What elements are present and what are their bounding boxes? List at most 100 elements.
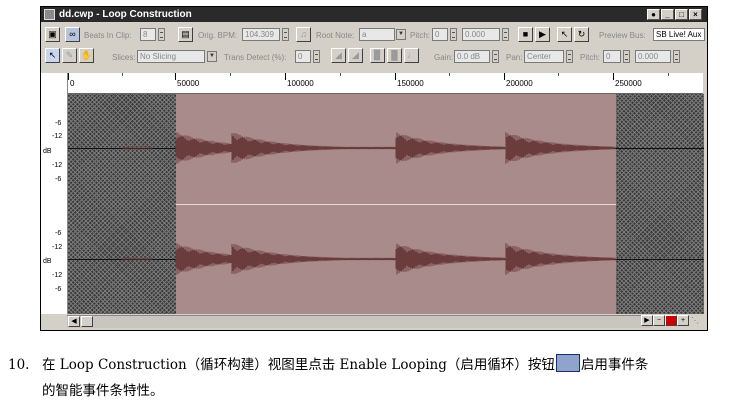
pitch-spinner[interactable] xyxy=(450,28,457,41)
maximize-button[interactable]: □ xyxy=(675,9,688,20)
preview-cursor-icon[interactable]: ↖ xyxy=(557,27,572,42)
ruler-tick xyxy=(285,73,286,80)
pitch-fine-spinner[interactable] xyxy=(502,28,509,41)
scroll-left-icon[interactable]: ◀ xyxy=(68,316,80,327)
root-note-select[interactable]: a xyxy=(359,28,395,41)
waveform-area[interactable] xyxy=(68,94,704,314)
stretch-icon[interactable]: ▤ xyxy=(178,27,193,42)
chevron-down-icon[interactable]: ▼ xyxy=(207,51,217,62)
step-number: 10. xyxy=(8,357,30,373)
stop-icon[interactable]: ■ xyxy=(518,27,533,42)
preview-bus-select[interactable]: SB Live! Aux xyxy=(653,28,705,41)
gain-label: Gain: xyxy=(434,53,454,62)
marker-move-icon[interactable]: ◢ xyxy=(348,48,363,63)
pan-field[interactable]: Center xyxy=(524,50,564,63)
db-tick: -6 xyxy=(55,120,62,127)
ruler-label: 50000 xyxy=(177,79,200,88)
loop-construction-window: dd.cwp - Loop Construction ● _ □ × ▣ ∞ B… xyxy=(40,6,708,331)
trans-detect-field[interactable]: 0 xyxy=(295,50,311,63)
pitch-field[interactable]: 0 xyxy=(432,28,448,41)
beats-in-clip-label: Beats In Clip: xyxy=(84,31,132,40)
horizontal-scrollbar[interactable]: ◀ xyxy=(67,315,651,328)
waveform-path xyxy=(122,132,616,275)
ruler-tick xyxy=(68,73,69,80)
note-icon[interactable]: ♩ xyxy=(404,48,419,63)
enable-looping-button[interactable]: ∞ xyxy=(65,27,80,42)
db-unit: dB xyxy=(43,258,52,265)
ruler-minor-tick xyxy=(340,73,341,76)
loop-preview-icon[interactable]: ↻ xyxy=(574,27,589,42)
slice-view-icon[interactable]: █ xyxy=(387,48,402,63)
marker-tool-icon[interactable]: ◢ xyxy=(331,48,346,63)
chevron-down-icon[interactable]: ▼ xyxy=(396,29,406,40)
root-note-label: Root Note: xyxy=(316,31,355,40)
ruler-label: 250000 xyxy=(615,79,642,88)
ruler-label: 200000 xyxy=(506,79,533,88)
db-unit: dB xyxy=(43,148,52,155)
pin-button[interactable]: ● xyxy=(647,9,660,20)
pitch-label: Pitch: xyxy=(410,31,431,40)
resize-grip-icon[interactable]: ⋱ xyxy=(691,316,705,326)
select-tool-icon[interactable]: ↖ xyxy=(45,48,60,63)
caption-line-2: 的智能事件条特性。 xyxy=(42,383,164,399)
ruler-minor-tick xyxy=(558,73,559,76)
orig-bpm-field[interactable]: 104.309 xyxy=(242,28,280,41)
ruler-minor-tick xyxy=(668,73,669,76)
ruler-tick xyxy=(504,73,505,80)
slices-label: Slices: xyxy=(112,53,136,62)
gain-spinner[interactable] xyxy=(492,50,499,63)
gain-field[interactable]: 0.0 dB xyxy=(454,50,490,63)
ruler-tick xyxy=(175,73,176,80)
save-icon[interactable]: ▣ xyxy=(45,27,60,42)
window-title: dd.cwp - Loop Construction xyxy=(59,9,192,20)
pan-spinner[interactable] xyxy=(566,50,573,63)
follow-root-icon[interactable]: ♫ xyxy=(296,27,311,42)
trans-detect-label: Trans Detect (%): xyxy=(224,53,287,62)
db-tick: -12 xyxy=(52,162,63,169)
play-icon[interactable]: ▶ xyxy=(535,27,550,42)
minimize-button[interactable]: _ xyxy=(661,9,674,20)
enable-looping-icon xyxy=(555,354,580,372)
draw-tool-icon[interactable]: ✎ xyxy=(62,48,77,63)
bpm-spinner[interactable] xyxy=(282,28,289,41)
scroll-right-icon[interactable]: ▶ xyxy=(641,315,653,326)
beats-in-clip-field[interactable]: 8 xyxy=(140,28,156,41)
db-tick: -12 xyxy=(52,244,63,251)
timeline-ruler[interactable]: 0 50000 100000 150000 200000 250000 xyxy=(67,73,703,94)
hand-cursor-icon[interactable]: ✋ xyxy=(79,48,94,63)
title-bar: dd.cwp - Loop Construction ● _ □ × xyxy=(41,7,707,22)
ruler-minor-tick xyxy=(122,73,123,76)
zoom-in-icon[interactable]: + xyxy=(677,315,689,326)
pitch2-label: Pitch: xyxy=(580,53,601,62)
scroll-thumb[interactable] xyxy=(81,316,93,327)
pitch2-fine-spinner[interactable] xyxy=(673,50,680,63)
db-tick: -12 xyxy=(52,133,63,140)
zoom-marker-icon xyxy=(665,315,677,326)
waveform-graphic xyxy=(122,132,616,275)
app-icon xyxy=(44,9,55,20)
ruler-minor-tick xyxy=(230,73,231,76)
trans-detect-spinner[interactable] xyxy=(313,50,320,63)
close-button[interactable]: × xyxy=(689,9,702,20)
pitch2-field[interactable]: 0 xyxy=(603,50,621,63)
preview-bus-label: Preview Bus: xyxy=(599,31,646,40)
db-tick: -12 xyxy=(52,272,63,279)
db-tick: -6 xyxy=(55,230,62,237)
db-scale-panel: -6 -12 dB -12 -6 -6 -12 dB -12 -6 xyxy=(41,73,68,314)
ruler-minor-tick xyxy=(449,73,450,76)
caption-line-1: 在 Loop Construction（循环构建）视图里点击 Enable Lo… xyxy=(42,354,648,377)
ruler-tick xyxy=(613,73,614,80)
pitch2-fine-field[interactable]: 0.000 xyxy=(635,50,671,63)
bars-icon[interactable]: ▉ xyxy=(370,48,385,63)
slices-select[interactable]: No Slicing xyxy=(137,50,205,63)
pan-label: Pan: xyxy=(506,53,523,62)
pitch2-spinner[interactable] xyxy=(623,50,630,63)
toolbar-row-2: ↖ ✎ ✋ Slices: No Slicing ▼ Trans Detect … xyxy=(41,44,707,66)
zoom-out-icon[interactable]: − xyxy=(653,315,665,326)
ruler-label: 0 xyxy=(70,79,75,88)
db-tick: -6 xyxy=(55,176,62,183)
caption-line-1-part-2: 启用事件条 xyxy=(580,357,649,373)
beats-spinner[interactable] xyxy=(158,28,165,41)
pitch-fine-field[interactable]: 0.000 xyxy=(462,28,500,41)
ruler-label: 100000 xyxy=(287,79,314,88)
